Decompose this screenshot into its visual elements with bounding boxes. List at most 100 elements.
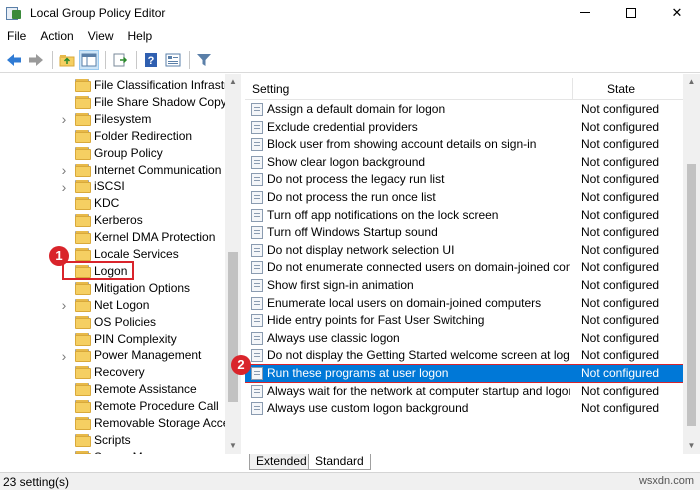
export-list-icon xyxy=(113,53,128,66)
policy-setting-row[interactable]: Exclude credential providers Not configur… xyxy=(245,119,683,136)
policy-setting-row-selected[interactable]: Run these programs at user logon Not conf… xyxy=(245,364,684,383)
expand-chevron-icon[interactable]: › xyxy=(59,178,69,195)
menu-view[interactable]: View xyxy=(81,26,121,46)
settings-scrollbar-thumb[interactable] xyxy=(687,164,696,426)
expand-chevron-icon[interactable]: › xyxy=(59,347,69,364)
tree-item[interactable]: › Power Management xyxy=(0,347,225,364)
minimize-button[interactable] xyxy=(562,0,608,25)
policy-setting-row[interactable]: Do not process the run once list Not conf… xyxy=(245,189,683,206)
up-one-level-button[interactable] xyxy=(57,50,77,70)
properties-button[interactable] xyxy=(163,50,183,70)
policy-setting-name: Show first sign-in animation xyxy=(267,278,414,292)
policy-setting-state: Not configured xyxy=(581,242,660,257)
tree-item[interactable]: Kerberos xyxy=(0,212,225,229)
close-icon: ✕ xyxy=(671,4,683,20)
tree-item[interactable]: Group Policy xyxy=(0,145,225,162)
tree-item[interactable]: › Internet Communication M xyxy=(0,162,235,179)
policy-setting-name: Turn off app notifications on the lock s… xyxy=(267,207,499,222)
tree-item[interactable]: Remote Procedure Call xyxy=(0,398,225,415)
expand-chevron-icon[interactable]: › xyxy=(59,297,69,314)
maximize-button[interactable] xyxy=(608,0,654,25)
tree-item[interactable]: Scripts xyxy=(0,432,225,449)
back-button[interactable] xyxy=(4,50,24,70)
settings-vertical-scrollbar[interactable]: ▲ ▼ xyxy=(683,74,700,454)
scroll-up-icon[interactable]: ▲ xyxy=(683,74,700,90)
policy-setting-row[interactable]: Turn off app notifications on the lock s… xyxy=(245,207,683,224)
tree-item[interactable]: Mitigation Options xyxy=(0,280,225,297)
menu-help[interactable]: Help xyxy=(121,26,160,46)
tree-item[interactable]: Server Manager xyxy=(0,449,225,454)
forward-button[interactable] xyxy=(26,50,46,70)
menu-action[interactable]: Action xyxy=(33,26,80,46)
tree-item[interactable]: KDC xyxy=(0,195,225,212)
policy-setting-row[interactable]: Assign a default domain for logon Not con… xyxy=(245,101,683,118)
tree-item-label: Mitigation Options xyxy=(94,280,191,295)
tree-item[interactable]: File Share Shadow Copy Pr xyxy=(0,94,240,111)
policy-setting-row[interactable]: Do not process the legacy run list Not co… xyxy=(245,171,683,188)
tab-standard[interactable]: Standard xyxy=(308,454,371,470)
tree-item-label: Remote Procedure Call xyxy=(94,399,219,414)
scroll-down-icon[interactable]: ▼ xyxy=(683,438,700,454)
tree-scrollbar-thumb[interactable] xyxy=(228,252,238,402)
scroll-down-icon[interactable]: ▼ xyxy=(225,438,241,454)
tree-item[interactable]: › iSCSI xyxy=(0,178,225,195)
policy-setting-row[interactable]: Hide entry points for Fast User Switchin… xyxy=(245,312,683,329)
tree-item[interactable]: › Filesystem xyxy=(0,111,225,128)
tree-item[interactable]: Recovery xyxy=(0,364,225,381)
expand-chevron-icon[interactable]: › xyxy=(59,162,69,179)
policy-setting-row[interactable]: Always use classic logon Not configured xyxy=(245,330,683,347)
tree-item-label: Kerberos xyxy=(94,213,143,228)
tree-item[interactable]: OS Policies xyxy=(0,314,225,331)
title-bar: Local Group Policy Editor ✕ xyxy=(0,0,700,25)
policy-setting-row[interactable]: Always use custom logon background Not co… xyxy=(245,400,683,417)
folder-icon xyxy=(75,248,91,261)
column-header-state[interactable]: State xyxy=(607,82,635,96)
tree-item[interactable]: Folder Redirection xyxy=(0,128,225,145)
policy-setting-row[interactable]: Show first sign-in animation Not configur… xyxy=(245,277,683,294)
tree-item[interactable]: Removable Storage Access xyxy=(0,415,240,432)
folder-icon xyxy=(75,180,91,194)
tree-item[interactable]: Remote Assistance xyxy=(0,381,225,398)
expand-chevron-icon[interactable]: › xyxy=(59,111,69,128)
tree-item-label: File Share Shadow Copy Pr xyxy=(94,94,241,109)
scroll-up-icon[interactable]: ▲ xyxy=(225,74,241,90)
policy-setting-state: Not configured xyxy=(581,102,660,116)
policy-setting-row[interactable]: Always wait for the network at computer … xyxy=(245,383,683,400)
policy-setting-row[interactable]: Block user from showing account details … xyxy=(245,136,683,153)
policy-setting-icon xyxy=(251,243,263,257)
column-divider[interactable] xyxy=(572,78,573,100)
settings-count: 23 setting(s) xyxy=(3,475,70,489)
show-hide-tree-button[interactable] xyxy=(79,49,99,70)
status-bar: 23 setting(s) wsxdn.com xyxy=(0,472,700,490)
folder-icon xyxy=(75,400,91,414)
tree-vertical-scrollbar[interactable]: ▲ ▼ xyxy=(225,74,241,454)
policy-setting-name: Exclude credential providers xyxy=(267,119,418,134)
column-header-setting[interactable]: Setting xyxy=(252,82,289,96)
export-list-button[interactable] xyxy=(110,50,130,70)
policy-setting-state: Not configured xyxy=(581,172,660,187)
policy-setting-row[interactable]: Do not display network selection UI Not c… xyxy=(245,242,683,259)
tree-item-label: Recovery xyxy=(94,365,145,380)
tree-item[interactable]: File Classification Infrastru xyxy=(0,77,235,94)
step-1-badge: 1 xyxy=(49,246,69,266)
tab-extended[interactable]: Extended xyxy=(249,454,314,470)
tree-item[interactable]: PIN Complexity xyxy=(0,331,225,348)
policy-setting-icon xyxy=(251,138,263,152)
tree-item[interactable]: › Net Logon xyxy=(0,297,225,314)
filter-button[interactable] xyxy=(194,50,214,70)
menu-file[interactable]: File xyxy=(0,26,33,46)
tree-item-label: Kernel DMA Protection xyxy=(94,230,216,245)
close-button[interactable]: ✕ xyxy=(654,0,700,25)
folder-icon xyxy=(75,281,91,295)
policy-setting-row[interactable]: Enumerate local users on domain-joined c… xyxy=(245,295,683,312)
policy-setting-state: Not configured xyxy=(581,137,660,152)
policy-setting-row[interactable]: Show clear logon background Not configure… xyxy=(245,154,683,171)
tree-item[interactable]: Kernel DMA Protection xyxy=(0,229,225,246)
policy-setting-row[interactable]: Do not display the Getting Started welco… xyxy=(245,347,683,364)
policy-setting-icon xyxy=(251,226,263,240)
policy-setting-row[interactable]: Do not enumerate connected users on doma… xyxy=(245,259,683,276)
policy-setting-row[interactable]: Turn off Windows Startup sound Not config… xyxy=(245,224,683,241)
tree-item-label: Filesystem xyxy=(94,111,152,126)
step-2-badge: 2 xyxy=(231,355,251,375)
help-button[interactable]: ? xyxy=(141,50,161,70)
